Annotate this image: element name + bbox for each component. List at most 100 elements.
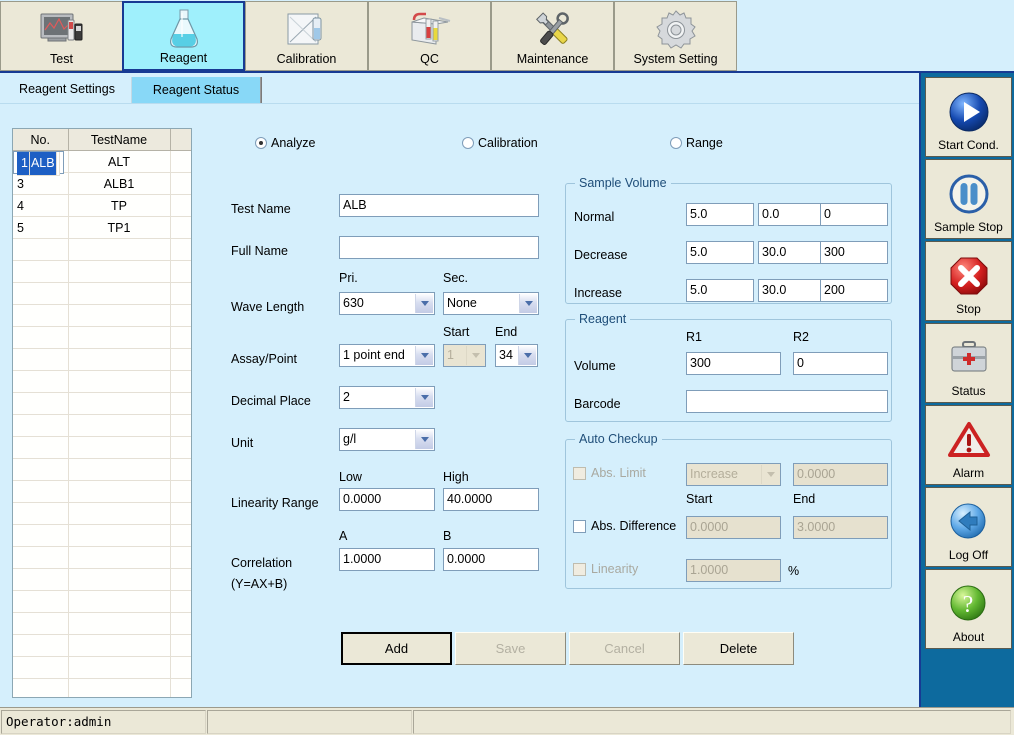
sidebar-button-status[interactable]: Status — [925, 323, 1012, 403]
correlation-b-input[interactable]: 0.0000 — [443, 548, 539, 571]
wave-length-sec-select[interactable]: None — [443, 292, 539, 315]
chevron-down-icon[interactable] — [415, 388, 433, 407]
label-r1: R1 — [686, 330, 702, 344]
table-row-empty[interactable] — [13, 392, 191, 415]
decimal-place-select[interactable]: 2 — [339, 386, 435, 409]
assay-point-select[interactable]: 1 point end — [339, 344, 435, 367]
toolbar-button-test[interactable]: Test — [0, 1, 123, 71]
radio-dot-icon — [670, 137, 682, 149]
table-row-empty[interactable] — [13, 326, 191, 349]
cell-empty — [68, 568, 171, 591]
cell-empty — [170, 238, 191, 261]
table-row-empty[interactable] — [13, 414, 191, 437]
cell-empty — [13, 568, 69, 591]
cell-empty — [13, 238, 69, 261]
sidebar-button-sample-stop[interactable]: Sample Stop — [925, 159, 1012, 239]
cell-empty — [170, 612, 191, 635]
point-end-select[interactable]: 34 — [495, 344, 538, 367]
decrease-volume-1-input[interactable]: 5.0 — [686, 241, 754, 264]
increase-volume-3-input[interactable]: 200 — [820, 279, 888, 302]
table-row-empty[interactable] — [13, 612, 191, 635]
test-name-input[interactable]: ALB — [339, 194, 539, 217]
label-point-start: Start — [443, 325, 470, 339]
table-row-empty[interactable] — [13, 480, 191, 503]
radio-analyze[interactable]: Analyze — [255, 136, 315, 150]
table-row[interactable]: 4 TP — [13, 194, 191, 217]
table-row-empty[interactable] — [13, 590, 191, 613]
table-row-empty[interactable] — [13, 348, 191, 371]
cell-empty — [13, 304, 69, 327]
tab-reagent-status[interactable]: Reagent Status — [131, 77, 261, 103]
decrease-volume-3-input[interactable]: 300 — [820, 241, 888, 264]
reagent-barcode-input[interactable] — [686, 390, 888, 413]
table-row-empty[interactable] — [13, 238, 191, 261]
add-button[interactable]: Add — [341, 632, 452, 665]
table-row[interactable]: 5 TP1 — [13, 216, 191, 239]
linearity-value-input: 1.0000 — [686, 559, 781, 582]
cell-empty — [13, 370, 69, 393]
toolbar-button-reagent[interactable]: Reagent — [122, 1, 245, 71]
sidebar-button-alarm[interactable]: Alarm — [925, 405, 1012, 485]
sidebar-button-log-off[interactable]: Log Off — [925, 487, 1012, 567]
chevron-down-icon[interactable] — [518, 346, 536, 365]
reagent-volume-r1-input[interactable]: 300 — [686, 352, 781, 375]
toolbar-button-system-setting[interactable]: System Setting — [614, 1, 737, 71]
increase-volume-1-input[interactable]: 5.0 — [686, 279, 754, 302]
table-row-empty[interactable] — [13, 458, 191, 481]
tab-reagent-settings[interactable]: Reagent Settings — [8, 75, 126, 103]
test-list-grid[interactable]: No. TestName 1ALB2ALT3ALB14TP5TP1 — [12, 128, 192, 698]
table-row-empty[interactable] — [13, 260, 191, 283]
toolbar-button-qc[interactable]: QC — [368, 1, 491, 71]
unit-select[interactable]: g/l — [339, 428, 435, 451]
normal-volume-2-input[interactable]: 0.0 — [758, 203, 826, 226]
table-row-empty[interactable] — [13, 546, 191, 569]
reagent-volume-r2-input[interactable]: 0 — [793, 352, 888, 375]
table-row-empty[interactable] — [13, 568, 191, 591]
table-row-empty[interactable] — [13, 634, 191, 657]
sidebar-button-start-cond[interactable]: Start Cond. — [925, 77, 1012, 157]
chevron-down-icon[interactable] — [519, 294, 537, 313]
normal-volume-3-input[interactable]: 0 — [820, 203, 888, 226]
cell-empty — [13, 458, 69, 481]
chevron-down-icon[interactable] — [415, 346, 433, 365]
normal-volume-1-input[interactable]: 5.0 — [686, 203, 754, 226]
wave-length-pri-select[interactable]: 630 — [339, 292, 435, 315]
chevron-down-icon[interactable] — [415, 294, 433, 313]
table-row-empty[interactable] — [13, 436, 191, 459]
correlation-a-input[interactable]: 1.0000 — [339, 548, 435, 571]
chevron-down-icon[interactable] — [415, 430, 433, 449]
wave-length-pri-value: 630 — [343, 296, 364, 310]
table-row-empty[interactable] — [13, 304, 191, 327]
radio-dot-icon — [462, 137, 474, 149]
toolbar-button-maintenance[interactable]: Maintenance — [491, 1, 614, 71]
increase-volume-2-input[interactable]: 30.0 — [758, 279, 826, 302]
cell-empty — [68, 282, 171, 305]
checkbox-icon[interactable] — [573, 519, 586, 533]
table-row-empty[interactable] — [13, 282, 191, 305]
toolbar-button-calibration[interactable]: Calibration — [245, 1, 368, 71]
table-row-empty[interactable] — [13, 502, 191, 525]
table-row[interactable]: 1 ALB — [13, 151, 64, 176]
sidebar-button-about[interactable]: ? About — [925, 569, 1012, 649]
table-row-empty[interactable] — [13, 370, 191, 393]
cell-empty — [170, 656, 191, 679]
linearity-high-input[interactable]: 40.0000 — [443, 488, 539, 511]
radio-range[interactable]: Range — [670, 136, 723, 150]
radio-calibration[interactable]: Calibration — [462, 136, 538, 150]
cell-testname: ALB1 — [68, 172, 171, 195]
checkbox-abs-difference[interactable]: Abs. Difference — [573, 519, 676, 533]
table-row-empty[interactable] — [13, 524, 191, 547]
checkbox-label: Linearity — [591, 562, 639, 576]
decrease-volume-2-input[interactable]: 30.0 — [758, 241, 826, 264]
cell-empty — [170, 590, 191, 613]
table-row-empty[interactable] — [13, 656, 191, 679]
sidebar-button-stop[interactable]: Stop — [925, 241, 1012, 321]
mode-radio-group: Analyze Calibration Range — [200, 136, 900, 156]
table-row-empty[interactable] — [13, 678, 191, 697]
cell-blank — [170, 194, 191, 217]
cell-empty — [13, 392, 69, 415]
cell-empty — [13, 282, 69, 305]
linearity-low-input[interactable]: 0.0000 — [339, 488, 435, 511]
delete-button[interactable]: Delete — [683, 632, 794, 665]
full-name-input[interactable] — [339, 236, 539, 259]
